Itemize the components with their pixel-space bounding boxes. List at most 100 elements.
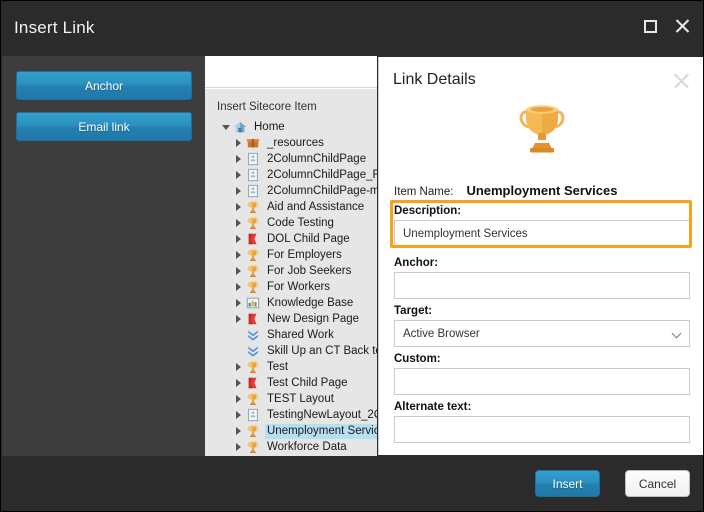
chevron-right-icon[interactable] [232, 251, 245, 259]
trophy-icon [246, 360, 260, 374]
tree-item-label: Unemployment Services [265, 424, 377, 439]
tree-item-label: TEST Layout [265, 392, 336, 407]
bookmark-icon [246, 232, 260, 246]
trophy-icon [245, 248, 261, 262]
tree-item[interactable]: 2ColumnChildPage_RightRail [205, 167, 377, 183]
tree-item-label: Knowledge Base [265, 296, 355, 311]
bookmark-icon [245, 232, 261, 246]
tree-item[interactable]: Unemployment Services [205, 423, 377, 439]
tree-item[interactable]: Test Child Page [205, 375, 377, 391]
insert-button[interactable]: Insert [535, 470, 600, 497]
chevrons-icon [245, 328, 261, 342]
trophy-icon [245, 424, 261, 438]
home-icon [233, 120, 247, 134]
description-label: Description: [394, 205, 690, 217]
tree-item-label: For Employers [265, 248, 344, 263]
chevrons-icon [246, 328, 260, 342]
description-input[interactable] [394, 220, 690, 247]
details-close-icon[interactable] [672, 71, 692, 91]
tree-item[interactable]: Knowledge Base [205, 295, 377, 311]
trophy-icon [246, 248, 260, 262]
link-details-title: Link Details [393, 71, 476, 89]
chevron-right-icon[interactable] [232, 427, 245, 435]
chevron-right-icon[interactable] [232, 203, 245, 211]
chevron-right-icon[interactable] [232, 187, 245, 195]
tree-header-band [205, 56, 377, 88]
chevron-right-icon[interactable] [232, 267, 245, 275]
sidebar: Anchor Email link [2, 56, 205, 511]
tree-item[interactable]: For Workers [205, 279, 377, 295]
anchor-label: Anchor: [394, 257, 690, 269]
target-select[interactable]: Active Browser [394, 320, 690, 347]
tree-item-label: Home [252, 120, 287, 135]
maximize-button[interactable] [635, 11, 665, 41]
chevron-down-icon[interactable] [219, 125, 232, 130]
tree-item-label: Shared Work [265, 328, 336, 343]
chevron-right-icon[interactable] [232, 411, 245, 419]
target-label: Target: [394, 305, 690, 317]
tree-item-label: Code Testing [265, 216, 336, 231]
trophy-icon [246, 440, 260, 454]
package-icon [246, 136, 260, 150]
chevron-right-icon[interactable] [232, 299, 245, 307]
tree-item[interactable]: DOL Child Page [205, 231, 377, 247]
item-name-row: Item Name: Unemployment Services [394, 183, 617, 198]
trophy-icon [246, 424, 260, 438]
chevron-right-icon[interactable] [232, 235, 245, 243]
tree-item-label: New Design Page [265, 312, 361, 327]
document-icon [245, 184, 261, 198]
chevrons-icon [246, 344, 260, 358]
cancel-button[interactable]: Cancel [625, 470, 690, 497]
tree-scroll-area[interactable]: Home_resources2ColumnChildPage2ColumnChi… [205, 119, 377, 509]
tree-item[interactable]: Test [205, 359, 377, 375]
tree-item[interactable]: TestingNewLayout_2Col [205, 407, 377, 423]
tree-item[interactable]: Home [205, 119, 377, 135]
chevron-right-icon[interactable] [232, 379, 245, 387]
link-details-panel: Link Details Item Name: Unemployment Ser… [378, 57, 704, 455]
chevron-right-icon[interactable] [232, 395, 245, 403]
chevron-right-icon[interactable] [232, 443, 245, 451]
tree-panel-title: Insert Sitecore Item [217, 101, 317, 113]
chevron-right-icon[interactable] [232, 219, 245, 227]
tree-item[interactable]: Workforce Data [205, 439, 377, 455]
tree-item[interactable]: _resources [205, 135, 377, 151]
tree-item[interactable]: For Employers [205, 247, 377, 263]
tree-item-label: Test Child Page [265, 376, 350, 391]
bookmark-icon [246, 376, 260, 390]
chevron-right-icon[interactable] [232, 171, 245, 179]
bookmark-icon [246, 312, 260, 326]
close-icon [674, 18, 691, 35]
maximize-icon [644, 20, 657, 33]
chevron-right-icon[interactable] [232, 315, 245, 323]
tree-item[interactable]: Aid and Assistance [205, 199, 377, 215]
tree-item[interactable]: 2ColumnChildPage [205, 151, 377, 167]
tree-item[interactable]: New Design Page [205, 311, 377, 327]
chevron-down-icon [672, 329, 682, 339]
alternate-text-field-group: Alternate text: [394, 401, 690, 443]
tree-item-label: DOL Child Page [265, 232, 352, 247]
tree-item[interactable]: Skill Up an CT Back to Work [205, 343, 377, 359]
trophy-icon [246, 264, 260, 278]
tree-item-label: 2ColumnChildPage-mp [265, 184, 377, 199]
chevrons-icon [245, 344, 261, 358]
email-link-button[interactable]: Email link [16, 112, 192, 141]
knowledge-icon [246, 296, 260, 310]
anchor-input[interactable] [394, 272, 690, 299]
chevron-right-icon[interactable] [232, 363, 245, 371]
chevron-right-icon[interactable] [232, 283, 245, 291]
chevron-right-icon[interactable] [232, 155, 245, 163]
tree-item[interactable]: Code Testing [205, 215, 377, 231]
tree-item[interactable]: Shared Work [205, 327, 377, 343]
trophy-icon [246, 392, 260, 406]
tree-item[interactable]: 2ColumnChildPage-mp [205, 183, 377, 199]
alternate-text-label: Alternate text: [394, 401, 690, 413]
tree-item-label: _resources [265, 136, 326, 151]
close-button[interactable] [667, 11, 697, 41]
anchor-button[interactable]: Anchor [16, 71, 192, 100]
tree-item[interactable]: TEST Layout [205, 391, 377, 407]
tree-item-label: TestingNewLayout_2Col [265, 408, 377, 423]
alternate-text-input[interactable] [394, 416, 690, 443]
tree-item[interactable]: For Job Seekers [205, 263, 377, 279]
chevron-right-icon[interactable] [232, 139, 245, 147]
custom-input[interactable] [394, 368, 690, 395]
